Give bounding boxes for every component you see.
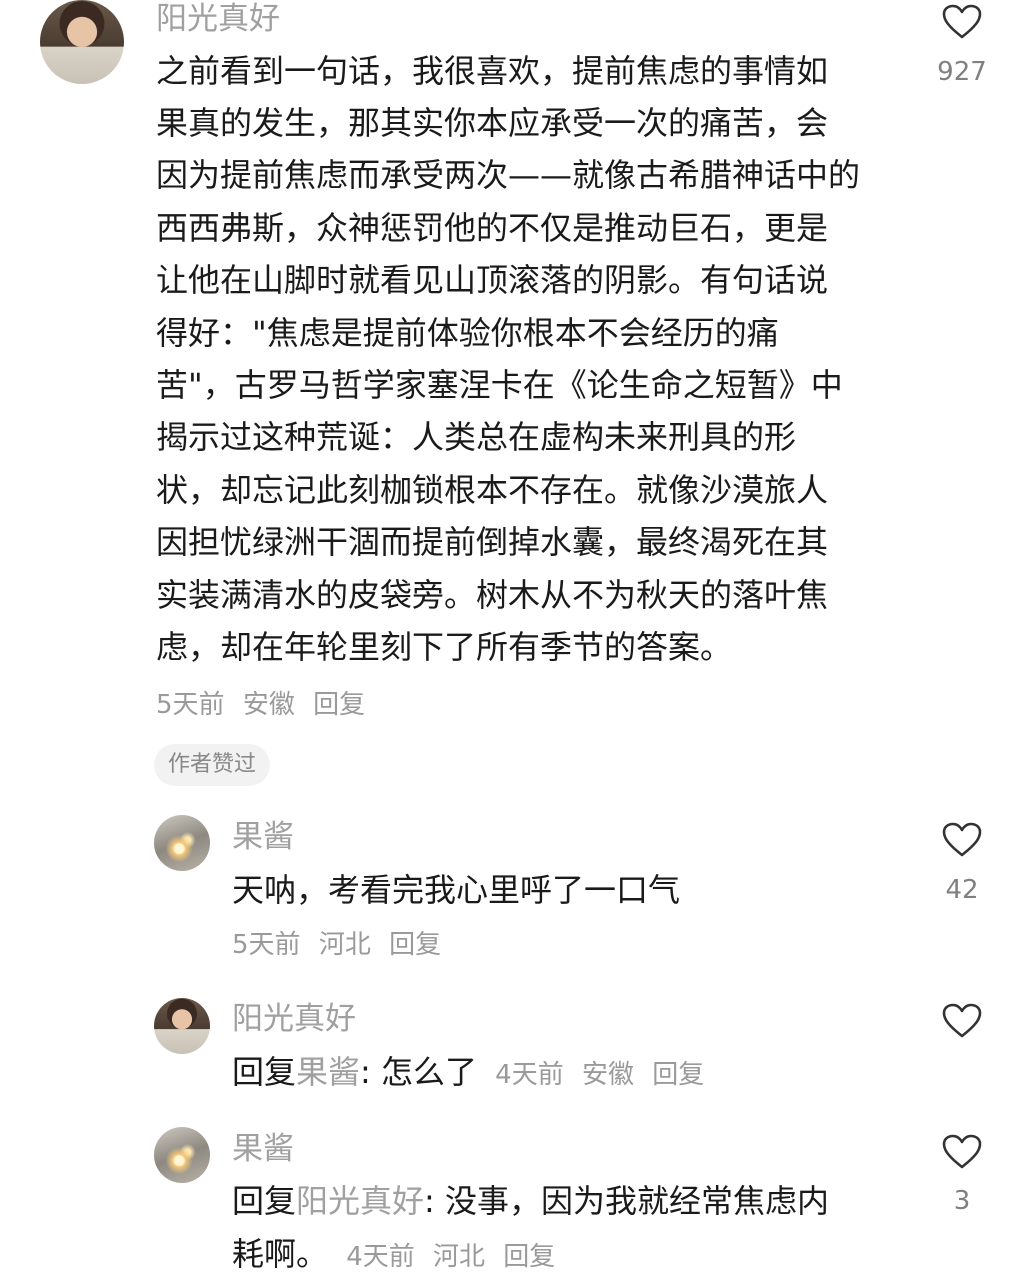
reply-prefix: 回复 [232,1053,297,1091]
avatar[interactable] [154,998,210,1054]
comment-line: 西西弗斯，众神惩罚他的不仅是推动巨石，更是 [156,209,829,247]
reply-text: : 怎么了 [360,1053,477,1091]
reply-time: 4天前 [495,1060,564,1090]
comment-time: 5天前 [156,690,225,720]
reply-text-line: 回复果酱: 怎么了 4天前 安徽 回复 [232,1056,714,1088]
reply-location: 河北 [318,930,371,960]
comment-line: 揭示过这种荒诞：人类总在虚构未来刑具的形 [156,418,797,456]
reply-button[interactable]: 回复 [389,930,441,960]
reply-time: 4天前 [346,1242,415,1272]
reply-prefix: 回复 [232,1182,297,1220]
comment-location: 安徽 [242,690,295,720]
reply-time: 5天前 [232,930,301,960]
reply-text-line: 耗啊。 4天前 河北 回复 [232,1238,565,1270]
reply-username[interactable]: 果酱 [232,822,294,853]
reply-button[interactable]: 回复 [503,1242,555,1272]
reply-to-username[interactable]: 果酱 [296,1053,360,1091]
comment-line: 因担忧绿洲干涸而提前倒掉水囊，最终渴死在其 [156,523,829,561]
author-liked-badge: 作者赞过 [154,744,271,786]
reply-text-continued: 耗啊。 [232,1235,329,1273]
reply-meta: 4天前 河北 回复 [346,1242,565,1272]
avatar[interactable] [40,0,124,84]
comment-line: 让他在山脚时就看见山顶滚落的阴影。有句话说 [156,261,829,299]
reply-text: 天呐，考看完我心里呼了一口气 [232,871,681,909]
heart-outline-icon[interactable] [942,1134,982,1170]
reply-location: 安徽 [581,1060,634,1090]
like-count: 3 [953,1186,971,1216]
comment-username[interactable]: 阳光真好 [156,4,280,35]
comment-line: 得好："焦虑是提前体验你根本不会经历的痛 [156,314,779,352]
reply-location: 河北 [433,1242,486,1272]
comment-line: 虑，却在年轮里刻下了所有季节的答案。 [156,628,733,666]
heart-outline-icon[interactable] [942,1003,982,1039]
reply-meta: 4天前 安徽 回复 [495,1060,714,1090]
comment-meta: 5天前 安徽 回复 [156,692,375,718]
reply-button[interactable]: 回复 [652,1060,704,1090]
reply-meta: 5天前 河北 回复 [232,932,451,958]
comment-line: 苦"，古罗马哲学家塞涅卡在《论生命之短暂》中 [156,366,843,404]
comment-line: 实装满清水的皮袋旁。树木从不为秋天的落叶焦 [156,576,829,614]
heart-outline-icon[interactable] [942,822,982,858]
comment-line: 因为提前焦虑而承受两次——就像古希腊神话中的 [156,156,861,194]
reply-button[interactable]: 回复 [313,690,365,720]
reply-to-username[interactable]: 阳光真好 [296,1182,424,1220]
heart-outline-icon[interactable] [942,4,982,40]
avatar[interactable] [154,815,210,871]
reply-username[interactable]: 阳光真好 [232,1004,356,1035]
comment-line: 状，却忘记此刻枷锁根本不存在。就像沙漠旅人 [156,471,829,509]
comment-line: 果真的发生，那其实你本应承受一次的痛苦，会 [156,104,829,142]
reply-username[interactable]: 果酱 [232,1134,294,1165]
comment-line: 之前看到一句话，我很喜欢，提前焦虑的事情如 [156,52,829,90]
like-count: 42 [945,875,979,905]
like-count: 927 [937,57,987,87]
reply-text-line: 回复阳光真好: 没事，因为我就经常焦虑内 [232,1185,829,1217]
reply-text: : 没事，因为我就经常焦虑内 [424,1182,829,1220]
avatar[interactable] [154,1127,210,1183]
